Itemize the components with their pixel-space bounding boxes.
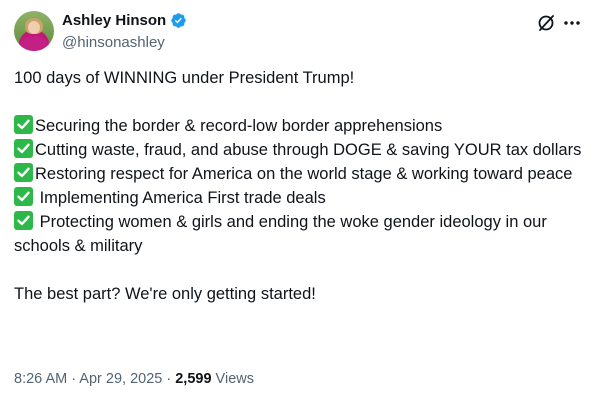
verified-badge-icon: [171, 13, 186, 28]
avatar-shirt: [21, 36, 47, 51]
tweet-point: Restoring respect for America on the wor…: [14, 162, 582, 186]
tweet-point: Protecting women & girls and ending the …: [14, 211, 547, 255]
tweet-time[interactable]: 8:26 AM: [14, 371, 67, 387]
tweet-point: Cutting waste, fraud, and abuse through …: [14, 138, 582, 162]
tweet-point: Implementing America First trade deals: [14, 186, 582, 210]
avatar-face: [28, 21, 40, 34]
tweet-text: 100 days of WINNING under President Trum…: [14, 66, 582, 306]
avatar[interactable]: [14, 11, 54, 51]
views-label: Views: [211, 371, 254, 387]
author-name-row: Ashley Hinson: [62, 12, 187, 29]
tweet-point: Securing the border & record-low border …: [14, 114, 582, 138]
more-icon[interactable]: [562, 13, 582, 33]
check-mark-icon: [14, 163, 33, 182]
views-count[interactable]: 2,599: [175, 371, 211, 387]
check-mark-icon: [14, 139, 33, 158]
tweet-outro: The best part? We're only getting starte…: [14, 285, 316, 303]
tweet-meta: 8:26 AM · Apr 29, 2025 · 2,599 Views: [14, 371, 254, 387]
tweet-intro: 100 days of WINNING under President Trum…: [14, 69, 355, 87]
author-handle[interactable]: @hinsonashley: [62, 34, 165, 51]
author-name[interactable]: Ashley Hinson: [62, 12, 166, 29]
check-mark-icon: [14, 187, 33, 206]
check-mark-icon: [14, 211, 33, 230]
check-mark-icon: [14, 115, 33, 134]
tweet-date[interactable]: Apr 29, 2025: [79, 371, 162, 387]
grok-icon[interactable]: [536, 13, 556, 33]
